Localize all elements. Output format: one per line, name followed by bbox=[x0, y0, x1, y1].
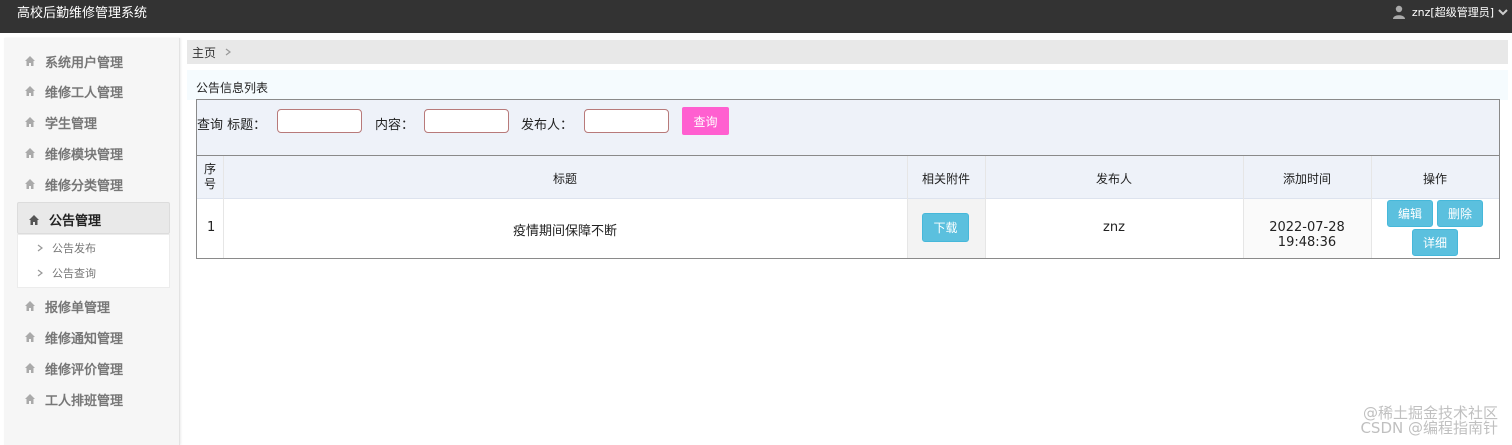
sidebar-subitem-query[interactable]: 公告查询 bbox=[36, 265, 96, 281]
sidebar-item-label: 学生管理 bbox=[45, 116, 98, 132]
panel-title: 公告信息列表 bbox=[196, 81, 269, 95]
sidebar-submenu: 公告发布 公告查询 bbox=[17, 234, 170, 288]
breadcrumb: 主页 bbox=[187, 40, 1508, 64]
column-header-actions: 操作 bbox=[1422, 172, 1447, 186]
row-publisher: znz bbox=[1103, 220, 1125, 235]
chevron-right-icon bbox=[225, 48, 232, 56]
sidebar-item-repair-orders[interactable]: 报修单管理 bbox=[24, 297, 111, 316]
sidebar-item-label: 公告管理 bbox=[49, 214, 102, 229]
home-icon bbox=[25, 148, 35, 158]
user-icon bbox=[1392, 5, 1405, 19]
sidebar-item-reviews[interactable]: 维修评价管理 bbox=[24, 359, 124, 378]
row-title: 疫情期间保障不断 bbox=[512, 224, 617, 239]
column-divider bbox=[1243, 156, 1244, 258]
content-label: 内容： bbox=[375, 118, 415, 133]
title-label: 查询 标题： bbox=[197, 118, 267, 133]
watermark: @稀土掘金技术社区 CSDN @编程指南针 bbox=[1360, 406, 1498, 436]
sidebar-item-notifications[interactable]: 维修通知管理 bbox=[24, 328, 124, 347]
top-bar: 高校后勤维修管理系统 znz[超级管理员] bbox=[0, 0, 1512, 33]
sidebar-item-students[interactable]: 学生管理 bbox=[24, 113, 98, 132]
announcement-table: 序 号 标题 相关附件 发布人 添加时间 操作 1 疫情期间保障不断 下载 zn… bbox=[196, 155, 1500, 259]
sidebar: 系统用户管理 维修工人管理 学生管理 维修模块管理 维修分类管理 公告管理 公告… bbox=[4, 38, 180, 445]
watermark-line: CSDN @编程指南针 bbox=[1360, 419, 1498, 437]
app-title: 高校后勤维修管理系统 bbox=[17, 6, 148, 21]
home-icon bbox=[25, 179, 35, 189]
sidebar-item-label: 维修工人管理 bbox=[45, 85, 124, 101]
column-divider bbox=[907, 156, 908, 258]
download-button[interactable]: 下载 bbox=[922, 213, 969, 242]
home-icon bbox=[25, 56, 35, 66]
sidebar-item-label: 维修分类管理 bbox=[45, 178, 124, 194]
home-icon bbox=[25, 117, 35, 127]
user-menu[interactable]: znz[超级管理员] bbox=[1392, 4, 1508, 20]
home-icon bbox=[29, 214, 39, 225]
column-header-attachment: 相关附件 bbox=[921, 172, 970, 186]
home-icon bbox=[25, 301, 35, 311]
breadcrumb-home[interactable]: 主页 bbox=[192, 44, 216, 61]
column-header-time: 添加时间 bbox=[1282, 172, 1331, 186]
panel-header: 公告信息列表 bbox=[187, 70, 1508, 100]
chevron-right-icon bbox=[37, 244, 43, 252]
search-button[interactable]: 查询 bbox=[682, 107, 729, 135]
publisher-search-input[interactable] bbox=[584, 109, 669, 133]
table-header: 序 号 标题 相关附件 发布人 添加时间 操作 bbox=[197, 156, 1499, 199]
content-search-input[interactable] bbox=[424, 109, 509, 133]
chevron-down-icon bbox=[1498, 9, 1508, 16]
column-divider bbox=[223, 156, 224, 258]
column-divider bbox=[985, 156, 986, 258]
sidebar-item-modules[interactable]: 维修模块管理 bbox=[24, 144, 124, 163]
sidebar-item-categories[interactable]: 维修分类管理 bbox=[24, 175, 124, 194]
sidebar-subitem-label: 公告查询 bbox=[52, 267, 96, 280]
publisher-label: 发布人： bbox=[521, 118, 574, 133]
sidebar-item-label: 系统用户管理 bbox=[45, 55, 124, 71]
home-icon bbox=[25, 394, 35, 404]
search-form: 查询 标题： 内容： 发布人： 查询 bbox=[196, 99, 1500, 157]
row-index: 1 bbox=[207, 220, 216, 235]
sidebar-item-label: 维修评价管理 bbox=[45, 362, 124, 378]
home-icon bbox=[25, 86, 35, 96]
sidebar-item-schedules[interactable]: 工人排班管理 bbox=[24, 390, 124, 409]
sidebar-item-workers[interactable]: 维修工人管理 bbox=[24, 82, 124, 101]
chevron-right-icon bbox=[37, 269, 43, 277]
table-row: 1 疫情期间保障不断 下载 znz 2022-07-28 19:48:36 编辑… bbox=[197, 199, 1499, 258]
column-header-title: 标题 bbox=[552, 172, 577, 186]
edit-button[interactable]: 编辑 bbox=[1387, 200, 1433, 227]
home-icon bbox=[25, 363, 35, 373]
user-label: znz[超级管理员] bbox=[1411, 6, 1494, 19]
column-divider bbox=[1371, 156, 1372, 258]
home-icon bbox=[25, 332, 35, 342]
sidebar-item-label: 报修单管理 bbox=[45, 300, 111, 316]
sidebar-subitem-label: 公告发布 bbox=[52, 242, 96, 255]
sidebar-item-label: 工人排班管理 bbox=[45, 393, 124, 409]
sidebar-item-label: 维修模块管理 bbox=[45, 147, 124, 163]
sidebar-item-system-users[interactable]: 系统用户管理 bbox=[24, 52, 124, 71]
column-header-publisher: 发布人 bbox=[1095, 172, 1132, 186]
row-time: 2022-07-28 19:48:36 bbox=[1269, 220, 1345, 250]
delete-button[interactable]: 删除 bbox=[1437, 200, 1483, 227]
detail-button[interactable]: 详细 bbox=[1412, 229, 1458, 256]
sidebar-item-announcements[interactable]: 公告管理 bbox=[17, 202, 170, 234]
sidebar-subitem-publish[interactable]: 公告发布 bbox=[36, 240, 96, 256]
sidebar-item-label: 维修通知管理 bbox=[45, 331, 124, 347]
column-header-index: 序 号 bbox=[203, 162, 216, 191]
title-search-input[interactable] bbox=[277, 109, 362, 133]
